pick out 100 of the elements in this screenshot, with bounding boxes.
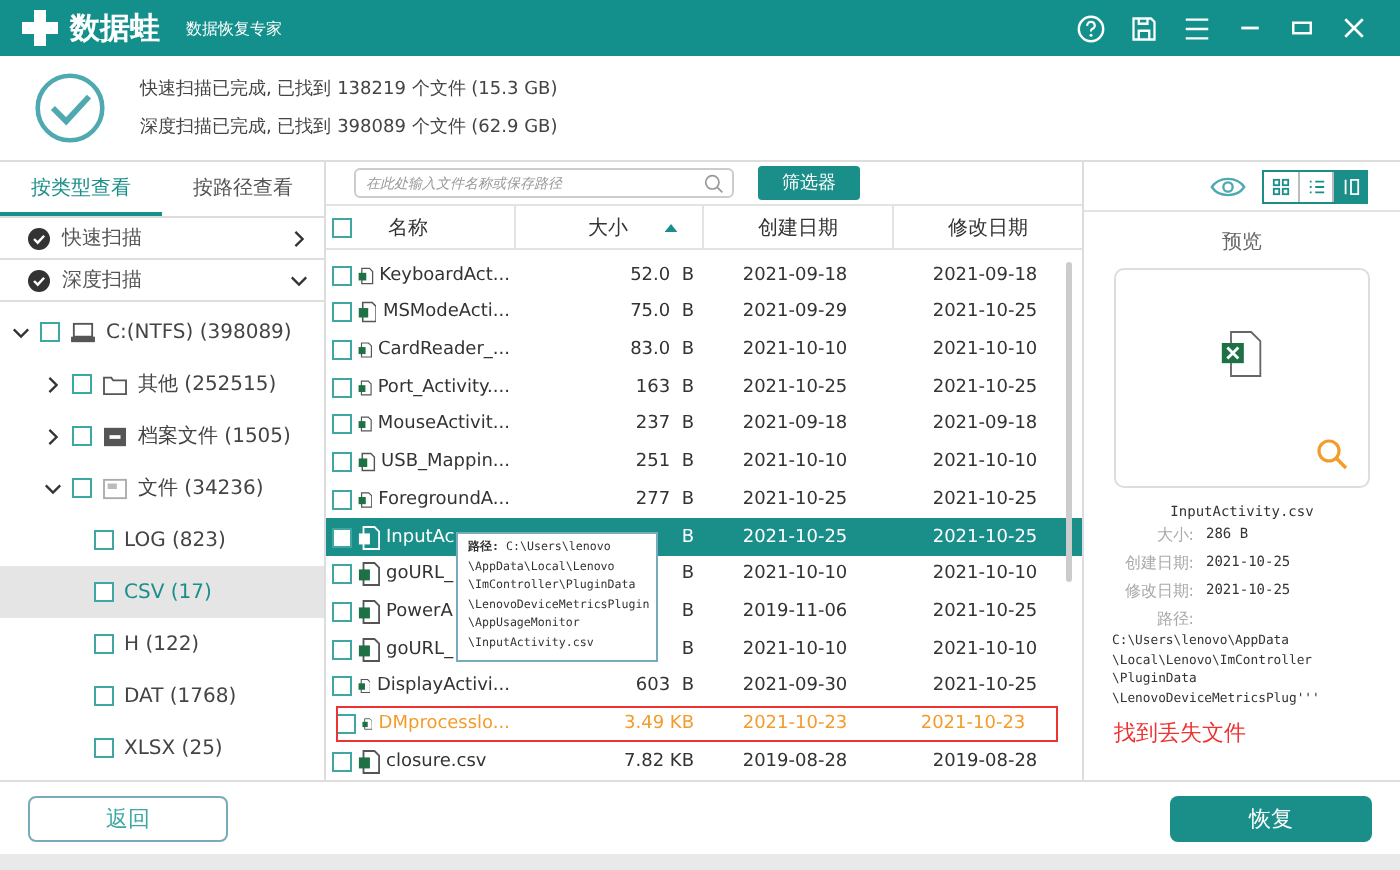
checkbox[interactable]: [94, 738, 114, 758]
checkbox[interactable]: [332, 217, 352, 238]
recover-button[interactable]: 恢复: [1170, 795, 1372, 841]
column-header[interactable]: 名称: [388, 213, 428, 242]
scan-label: 快速扫描: [62, 225, 142, 252]
tree-item[interactable]: C:(NTFS) (398089): [0, 306, 324, 358]
checkbox[interactable]: [332, 489, 352, 510]
app-tagline: 数据恢复专家: [186, 17, 282, 39]
file-name: MSModeActi...: [382, 302, 510, 323]
scan-section[interactable]: 深度扫描: [0, 260, 324, 302]
tree-item[interactable]: DAT (1768): [0, 670, 324, 722]
table-cell: 163 B: [635, 377, 694, 398]
column-header[interactable]: 大小: [588, 213, 629, 242]
table-cell-text: 2021-10-10: [930, 452, 1040, 473]
tree-item[interactable]: LOG (823): [0, 514, 324, 566]
table-cell-text: 2021-10-25: [930, 527, 1040, 548]
checkbox[interactable]: [94, 634, 114, 654]
tree-label: 档案文件 (1505): [138, 423, 291, 450]
cross-logo-icon: [20, 8, 60, 48]
file-name: ForegroundA...: [378, 489, 510, 510]
table-cell-text: 2021-09-18: [930, 414, 1040, 435]
checkbox[interactable]: [336, 713, 356, 734]
table-cell-text: 2021-09-18: [740, 414, 850, 435]
checkbox[interactable]: [94, 686, 114, 706]
drive-icon: [70, 321, 96, 343]
tree-label: LOG (823): [124, 529, 226, 551]
file-name: CardReader_...: [378, 340, 510, 361]
table-cell-text: 2019-08-28: [930, 751, 1040, 772]
table-cell: B: [681, 639, 694, 660]
spreadsheet-file-icon: [358, 375, 372, 400]
table-cell: B: [681, 564, 694, 585]
chevron-down-icon: [44, 479, 62, 497]
magnifier-icon[interactable]: [1316, 438, 1348, 470]
table-cell-text: 2021-10-23: [918, 713, 1028, 734]
spreadsheet-file-icon: [358, 562, 380, 587]
file-name: USB_Mappin...: [381, 452, 510, 473]
save-icon[interactable]: [1130, 13, 1158, 43]
spreadsheet-file-icon: [358, 263, 374, 288]
checkbox[interactable]: [332, 414, 352, 435]
checkbox[interactable]: [40, 322, 60, 342]
checkbox[interactable]: [94, 530, 114, 550]
tree-label: 文件 (34236): [138, 475, 264, 502]
table-cell-text: 2021-09-18: [740, 265, 850, 286]
table-cell-text: 2021-10-10: [930, 639, 1040, 660]
help-icon[interactable]: [1076, 13, 1106, 43]
preview-view-button[interactable]: [1332, 171, 1366, 201]
tree-item[interactable]: 文件 (34236): [0, 462, 324, 514]
tree-item[interactable]: 其他 (252515): [0, 358, 324, 410]
column-header[interactable]: 创建日期: [758, 213, 839, 242]
annotation-text: 找到丢失文件: [1114, 718, 1248, 749]
spreadsheet-file-icon: [358, 450, 376, 475]
table-cell: 277 B: [635, 489, 694, 510]
table-cell: 52.0 B: [630, 265, 694, 286]
tree-item[interactable]: XLSX (25): [0, 722, 324, 774]
checkbox[interactable]: [332, 377, 352, 398]
file-name: InputAc: [386, 527, 455, 548]
table-cell-text: 2021-10-25: [930, 377, 1040, 398]
checkbox[interactable]: [332, 676, 352, 697]
table-cell-text: 2021-10-10: [740, 452, 850, 473]
checkbox[interactable]: [332, 452, 352, 473]
eye-icon[interactable]: [1210, 175, 1246, 197]
check-badge-icon: [28, 269, 50, 291]
field-label: 修改日期:: [1122, 579, 1194, 601]
checkbox[interactable]: [332, 302, 352, 323]
scan-section[interactable]: 快速扫描: [0, 218, 324, 260]
filter-button[interactable]: 筛选器: [758, 166, 860, 201]
spreadsheet-file-icon: [358, 412, 372, 437]
menu-icon[interactable]: [1182, 13, 1212, 43]
checkbox[interactable]: [94, 582, 114, 602]
checkbox[interactable]: [72, 374, 92, 394]
file-name: MouseActivit...: [377, 414, 510, 435]
tree-label: XLSX (25): [124, 737, 223, 759]
table-cell-text: 2021-10-25: [930, 601, 1040, 622]
checkbox[interactable]: [332, 265, 352, 286]
table-cell: B: [681, 527, 694, 548]
table-cell-text: 2021-10-25: [930, 676, 1040, 697]
checkbox[interactable]: [72, 426, 92, 446]
table-cell: 7.82 KB: [624, 751, 694, 772]
tree-label: C:(NTFS) (398089): [106, 321, 292, 343]
spreadsheet-file-icon: [358, 338, 372, 363]
tree-label: 其他 (252515): [138, 371, 277, 398]
checkbox[interactable]: [332, 527, 352, 548]
spreadsheet-file-icon: [1220, 330, 1264, 378]
file-name: goURL_: [386, 639, 454, 660]
checkbox[interactable]: [332, 564, 352, 585]
file-name: goURL_: [386, 564, 454, 585]
tree-item[interactable]: 档案文件 (1505): [0, 410, 324, 462]
scan-label: 深度扫描: [62, 267, 142, 294]
file-name: DisplayActivi...: [376, 676, 510, 697]
column-header[interactable]: 修改日期: [948, 213, 1028, 242]
table-cell-text: 2019-11-06: [740, 601, 850, 622]
checkbox[interactable]: [332, 639, 352, 660]
checkbox[interactable]: [332, 751, 352, 772]
close-icon[interactable]: [1340, 14, 1368, 42]
spreadsheet-file-icon: [358, 599, 380, 624]
checkbox[interactable]: [332, 601, 352, 622]
scrollbar[interactable]: [1066, 262, 1072, 583]
tree-item[interactable]: H (122): [0, 618, 324, 670]
checkbox[interactable]: [72, 478, 92, 498]
checkbox[interactable]: [332, 340, 352, 361]
